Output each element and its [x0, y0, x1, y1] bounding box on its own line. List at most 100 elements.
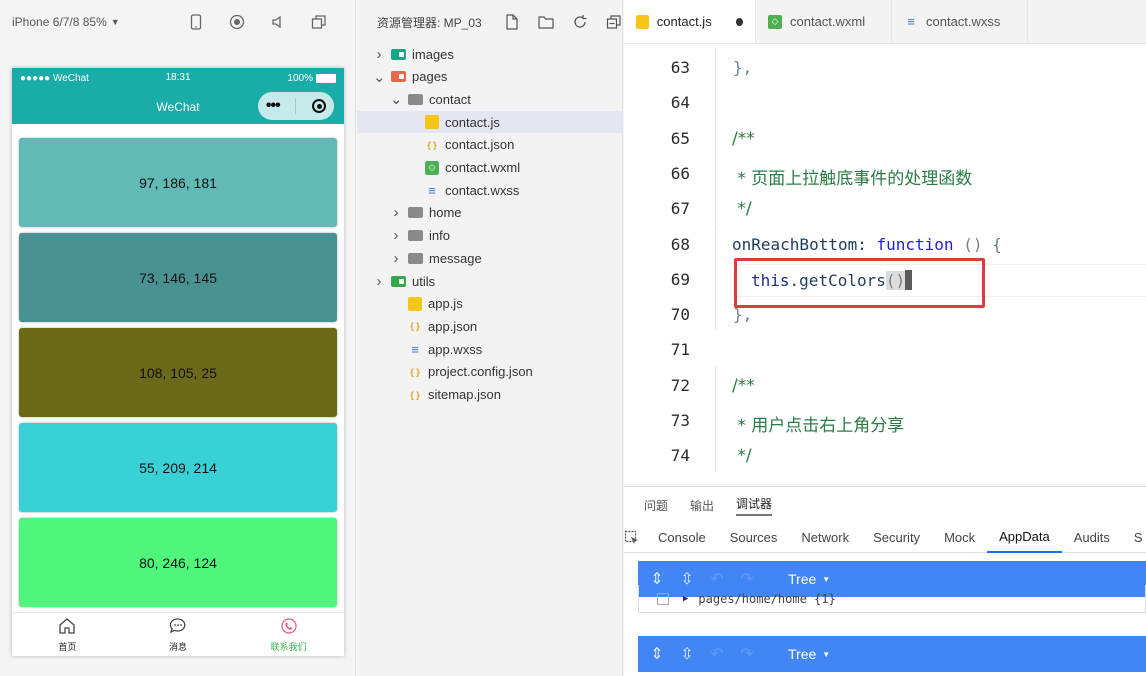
expand-all-icon[interactable]: ⇕ [642, 644, 672, 664]
line-number: 67 [670, 199, 690, 219]
code-line[interactable]: 64 [624, 87, 1146, 122]
line-number: 72 [670, 375, 690, 395]
tree-item-contact-wxss[interactable]: ≡ contact.wxss [357, 179, 623, 201]
devtools-tab[interactable]: Security [861, 523, 932, 553]
simulator-toolbar: iPhone 6/7/8 85% ▼ [0, 0, 355, 44]
devtools-tab[interactable]: Network [789, 523, 861, 553]
devtools-tab[interactable]: Console [646, 523, 718, 553]
tab-phone[interactable]: 联系我们 [233, 613, 344, 656]
phone-icon[interactable] [188, 14, 204, 30]
color-rgb-label: 97, 186, 181 [139, 174, 217, 191]
folder-icon [408, 93, 423, 105]
phone-screen: ●●●●● WeChat 18:31 100% WeChat ••• 97, 1… [12, 68, 344, 656]
devtools-tab[interactable]: Sources [718, 523, 790, 553]
tab-home[interactable]: 首页 [12, 613, 123, 656]
panel-tab[interactable]: 调试器 [736, 495, 773, 516]
code-line[interactable]: 65 /** [624, 123, 1146, 158]
json-file-icon: { } [410, 366, 420, 377]
code-line[interactable]: 71 [624, 334, 1146, 369]
row-checkbox[interactable] [657, 592, 669, 605]
unsaved-dot-icon[interactable] [735, 17, 743, 26]
tree-item-home[interactable]: › home [357, 202, 623, 224]
color-list[interactable]: 97, 186, 181 73, 146, 145 108, 105, 25 55, … [12, 130, 344, 614]
colon-token: : [857, 234, 877, 254]
folder-icon [408, 252, 423, 264]
collapse-all-icon[interactable] [606, 14, 622, 30]
tree-item-label: utils [412, 273, 436, 289]
editor-tab-label: contact.wxss [926, 14, 1001, 29]
record-icon[interactable] [229, 14, 245, 30]
line-number: 69 [670, 269, 690, 289]
editor-tab-contact-wxml[interactable]: ◇ contact.wxml [756, 0, 892, 43]
redo-icon[interactable]: ↷ [732, 644, 762, 664]
indent-guide [715, 48, 716, 119]
tree-item-label: home [429, 205, 462, 221]
tree-item-app-json[interactable]: { } app.json [357, 315, 623, 337]
tab-label: 联系我们 [270, 641, 307, 652]
tree-item-label: info [429, 228, 450, 244]
code-text: onReachBottom: function () { [732, 235, 1002, 254]
tab-message[interactable]: 消息 [123, 613, 234, 656]
json-file-icon: { } [427, 139, 437, 150]
status-time: 18:31 [165, 72, 191, 83]
json-file-icon: { } [410, 321, 420, 332]
folder-icon [408, 207, 423, 219]
line-number: 71 [670, 340, 690, 360]
code-line[interactable]: 74 */ [624, 440, 1146, 475]
color-item: 55, 209, 214 [19, 423, 337, 512]
phone-icon [280, 617, 298, 637]
undo-icon[interactable]: ↶ [702, 644, 732, 664]
code-text: }, [733, 58, 753, 77]
tree-item-message[interactable]: › message [357, 247, 623, 269]
new-file-icon[interactable] [504, 14, 520, 30]
devtools-tab[interactable]: Mock [932, 523, 987, 553]
editor-tab-contact-wxss[interactable]: ≡ contact.wxss [892, 0, 1028, 43]
device-selector[interactable]: iPhone 6/7/8 85% ▼ [12, 15, 188, 29]
tree-item-utils[interactable]: › utils [357, 270, 623, 292]
tree-item-contact-wxml[interactable]: ◇ contact.wxml [357, 157, 623, 179]
code-line[interactable]: 67 */ [624, 193, 1146, 228]
code-text: */ [732, 199, 752, 220]
close-target-icon[interactable] [312, 99, 327, 113]
tree-item-app-js[interactable]: app.js [357, 293, 623, 315]
new-folder-icon[interactable] [538, 14, 554, 30]
inspect-element-icon[interactable] [624, 530, 640, 546]
tab-label: 首页 [58, 641, 77, 652]
explorer-title: 资源管理器: MP_03 [377, 15, 482, 30]
code-line[interactable]: 73 * 用户点击右上角分享 [624, 405, 1146, 440]
appdata-row[interactable]: ▶ pages/home/home {1} [638, 585, 1146, 613]
view-mode-select[interactable]: Tree ▼ [788, 646, 830, 662]
color-item: 80, 246, 124 [19, 518, 337, 607]
more-dots-icon[interactable]: ••• [266, 97, 281, 115]
detach-window-icon[interactable] [311, 14, 327, 30]
panel-tab[interactable]: 问题 [644, 497, 668, 514]
tree-item-images[interactable]: › images [357, 43, 623, 65]
speaker-icon[interactable] [270, 14, 286, 30]
tree-item-app-wxss[interactable]: ≡ app.wxss [357, 338, 623, 360]
editor-tab-contact-js[interactable]: contact.js [624, 0, 756, 43]
js-file-icon [636, 14, 649, 29]
tree-item-label: images [412, 46, 454, 62]
wxss-file-icon: ≡ [907, 14, 915, 29]
devtools-tab[interactable]: Audits [1062, 523, 1122, 553]
tree-item-pages[interactable]: ⌄ pages [357, 66, 623, 88]
devtools-tab[interactable]: S [1122, 523, 1146, 553]
collapse-all-icon[interactable]: ⇳ [672, 644, 702, 664]
tree-item-sitemap-json[interactable]: { } sitemap.json [357, 384, 623, 406]
tree-item-contact[interactable]: ⌄ contact [357, 88, 623, 110]
tree-item-info[interactable]: › info [357, 225, 623, 247]
code-line[interactable]: 63}, [624, 52, 1146, 87]
color-rgb-label: 80, 246, 124 [139, 554, 217, 571]
tree-item-contact-json[interactable]: { } contact.json [357, 134, 623, 156]
chevron-right-icon: › [393, 249, 399, 267]
simulator-pane: iPhone 6/7/8 85% ▼ ●●●●● WeChat 18:31 10… [0, 0, 356, 676]
expand-triangle-icon[interactable]: ▶ [683, 594, 688, 604]
code-line[interactable]: 72 /** [624, 370, 1146, 405]
refresh-icon[interactable] [572, 14, 588, 30]
line-number: 73 [670, 411, 690, 430]
tree-item-contact-js[interactable]: contact.js [357, 111, 623, 134]
panel-tab[interactable]: 输出 [690, 497, 714, 514]
code-line[interactable]: 66 * 页面上拉触底事件的处理函数 [624, 158, 1146, 193]
devtools-tab[interactable]: AppData [987, 523, 1062, 553]
tree-item-project-config-json[interactable]: { } project.config.json [357, 361, 623, 383]
